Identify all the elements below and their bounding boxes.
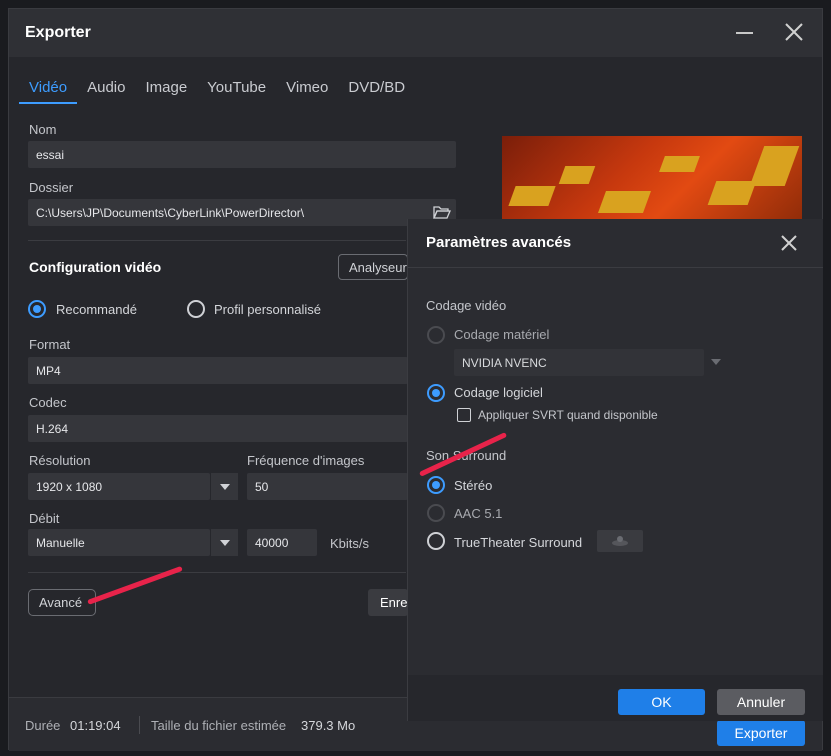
- save-profile-button[interactable]: Enre: [368, 589, 408, 616]
- video-encoding-label: Codage vidéo: [426, 298, 507, 313]
- separator: [28, 572, 406, 573]
- file-size-label: Taille du fichier estimée: [151, 718, 287, 733]
- bitrate-mode-chevron-down-icon[interactable]: [210, 529, 238, 556]
- resolution-select[interactable]: 1920 x 1080: [28, 473, 210, 500]
- tab-dvd-bd[interactable]: DVD/BD: [348, 79, 405, 104]
- bitrate-unit: Kbits/s: [330, 536, 370, 551]
- footer-divider: [139, 716, 140, 734]
- title-bar: Exporter: [9, 9, 822, 57]
- tab-vimeo[interactable]: Vimeo: [286, 79, 328, 104]
- close-icon[interactable]: [780, 234, 798, 252]
- framerate-select[interactable]: 50: [247, 473, 408, 500]
- file-size-value: 379.3 Mo: [301, 718, 356, 733]
- format-select[interactable]: MP4: [28, 357, 408, 384]
- folder-input[interactable]: C:\Users\JP\Documents\CyberLink\PowerDir…: [28, 199, 456, 226]
- advanced-settings-dialog: Paramètres avancés Codage vidéo Codage m…: [407, 219, 823, 721]
- dialog-title: Paramètres avancés: [426, 234, 572, 251]
- folder-label: Dossier: [29, 180, 74, 195]
- bitrate-label: Débit: [29, 511, 60, 526]
- stereo-label: Stéréo: [454, 478, 493, 493]
- aac-label: AAC 5.1: [454, 506, 503, 521]
- chevron-down-icon[interactable]: [710, 358, 722, 366]
- truetheater-label: TrueTheater Surround: [454, 535, 583, 550]
- name-input[interactable]: essai: [28, 141, 456, 168]
- export-tabs: Vidéo Audio Image YouTube Vimeo DVD/BD: [19, 79, 425, 104]
- bitrate-input[interactable]: 40000: [247, 529, 317, 556]
- advanced-button[interactable]: Avancé: [28, 589, 96, 616]
- framerate-label: Fréquence d'images: [247, 453, 365, 468]
- surround-settings-icon: [612, 536, 628, 546]
- codec-label: Codec: [29, 395, 67, 410]
- tab-video[interactable]: Vidéo: [19, 79, 78, 104]
- analyzer-button[interactable]: Analyseur de: [338, 254, 408, 280]
- stereo-radio[interactable]: [427, 476, 445, 494]
- recommended-radio[interactable]: [28, 300, 46, 318]
- tab-image[interactable]: Image: [145, 79, 187, 104]
- aac-radio[interactable]: [427, 504, 445, 522]
- software-encoding-radio[interactable]: [427, 384, 445, 402]
- tab-audio[interactable]: Audio: [87, 79, 125, 104]
- codec-select[interactable]: H.264: [28, 415, 408, 442]
- duration-label: Durée: [25, 718, 61, 733]
- resolution-chevron-down-icon[interactable]: [210, 473, 238, 500]
- svrt-checkbox[interactable]: [457, 408, 471, 422]
- duration-value: 01:19:04: [70, 718, 121, 733]
- name-label: Nom: [29, 122, 57, 137]
- close-icon[interactable]: [783, 21, 805, 43]
- video-preview-thumbnail: [502, 136, 802, 228]
- hardware-encoding-radio[interactable]: [427, 326, 445, 344]
- hardware-device-select[interactable]: NVIDIA NVENC: [454, 349, 704, 376]
- custom-profile-label: Profil personnalisé: [214, 302, 321, 317]
- minimize-icon[interactable]: [736, 32, 753, 34]
- tab-youtube[interactable]: YouTube: [207, 79, 266, 104]
- truetheater-settings-button[interactable]: [597, 530, 643, 552]
- recommended-label: Recommandé: [56, 302, 137, 317]
- truetheater-radio[interactable]: [427, 532, 445, 550]
- format-label: Format: [29, 337, 71, 352]
- ok-button[interactable]: OK: [618, 689, 705, 715]
- video-config-title: Configuration vidéo: [29, 259, 162, 275]
- resolution-label: Résolution: [29, 453, 91, 468]
- separator: [28, 240, 406, 241]
- folder-open-icon[interactable]: [433, 205, 451, 220]
- svrt-label: Appliquer SVRT quand disponible: [478, 408, 658, 422]
- window-title: Exporter: [25, 24, 91, 41]
- software-encoding-label: Codage logiciel: [454, 385, 543, 400]
- dialog-separator: [408, 267, 823, 268]
- export-button[interactable]: Exporter: [717, 720, 805, 746]
- cancel-button[interactable]: Annuler: [717, 689, 805, 715]
- custom-profile-radio[interactable]: [187, 300, 205, 318]
- hardware-encoding-label: Codage matériel: [454, 327, 550, 342]
- bitrate-mode-select[interactable]: Manuelle: [28, 529, 210, 556]
